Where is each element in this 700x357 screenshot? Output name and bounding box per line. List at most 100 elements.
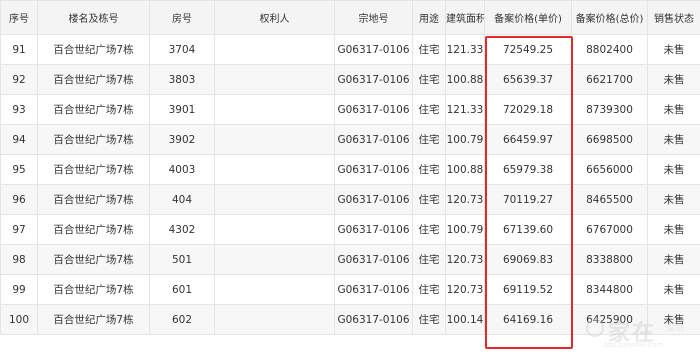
cell-parcel: G06317-0106 [334, 244, 413, 275]
cell-unit-price: 67139.60 [484, 214, 572, 245]
header-unit-price: 备案价格(单价) [484, 0, 572, 35]
cell-owner [214, 274, 335, 305]
cell-owner [214, 214, 335, 245]
header-sale-status: 销售状态 [647, 0, 700, 35]
cell-usage: 住宅 [412, 184, 446, 215]
table-header-row: 序号 楼名及栋号 房号 权利人 宗地号 用途 建筑面积 备案价格(单价) 备案价… [0, 0, 700, 35]
cell-parcel: G06317-0106 [334, 154, 413, 185]
header-building: 楼名及栋号 [37, 0, 150, 35]
cell-sale-status: 未售 [647, 34, 700, 65]
cell-parcel: G06317-0106 [334, 64, 413, 95]
cell-usage: 住宅 [412, 154, 446, 185]
cell-sale-status: 未售 [647, 64, 700, 95]
cell-unit-price: 65979.38 [484, 154, 572, 185]
cell-sale-status: 未售 [647, 154, 700, 185]
cell-total-price: 6767000 [571, 214, 648, 245]
cell-sale-status: 未售 [647, 124, 700, 155]
header-room: 房号 [149, 0, 215, 35]
cell-parcel: G06317-0106 [334, 214, 413, 245]
cell-owner [214, 124, 335, 155]
cell-owner [214, 184, 335, 215]
cell-room: 601 [149, 274, 215, 305]
header-area: 建筑面积 [445, 0, 485, 35]
cell-usage: 住宅 [412, 214, 446, 245]
cell-unit-price: 66459.97 [484, 124, 572, 155]
cell-index: 97 [0, 214, 38, 245]
cell-unit-price: 69069.83 [484, 244, 572, 275]
cell-sale-status: 未售 [647, 244, 700, 275]
housing-price-table: 序号 楼名及栋号 房号 权利人 宗地号 用途 建筑面积 备案价格(单价) 备案价… [0, 0, 700, 335]
cell-sale-status: 未售 [647, 214, 700, 245]
table-row: 97 百合世纪广场7栋 4302 G06317-0106 住宅 100.79 67139.6… [0, 214, 700, 245]
cell-area: 100.79 [445, 124, 485, 155]
cell-index: 95 [0, 154, 38, 185]
cell-unit-price: 72549.25 [484, 34, 572, 65]
cell-building: 百合世纪广场7栋 [37, 214, 150, 245]
cell-index: 91 [0, 34, 38, 65]
cell-owner [214, 94, 335, 125]
cell-area: 100.88 [445, 154, 485, 185]
cell-parcel: G06317-0106 [334, 184, 413, 215]
cell-sale-status: 未售 [647, 94, 700, 125]
cell-room: 4302 [149, 214, 215, 245]
cell-area: 121.33 [445, 94, 485, 125]
cell-room: 3803 [149, 64, 215, 95]
table-row: 99 百合世纪广场7栋 601 G06317-0106 住宅 120.73 69119.52… [0, 274, 700, 305]
header-owner: 权利人 [214, 0, 335, 35]
table-row: 96 百合世纪广场7栋 404 G06317-0106 住宅 120.73 70119.27… [0, 184, 700, 215]
cell-area: 120.73 [445, 274, 485, 305]
table-body: 91 百合世纪广场7栋 3704 G06317-0106 住宅 121.33 72549.2… [0, 34, 700, 335]
table-row: 100 百合世纪广场7栋 602 G06317-0106 住宅 100.14 64169.1… [0, 304, 700, 335]
table-row: 95 百合世纪广场7栋 4003 G06317-0106 住宅 100.88 65979.3… [0, 154, 700, 185]
cell-room: 602 [149, 304, 215, 335]
header-index: 序号 [0, 0, 38, 35]
cell-area: 121.33 [445, 34, 485, 65]
cell-room: 4003 [149, 154, 215, 185]
cell-owner [214, 244, 335, 275]
cell-parcel: G06317-0106 [334, 304, 413, 335]
cell-total-price: 8344800 [571, 274, 648, 305]
cell-owner [214, 34, 335, 65]
cell-building: 百合世纪广场7栋 [37, 244, 150, 275]
cell-building: 百合世纪广场7栋 [37, 34, 150, 65]
cell-total-price: 8802400 [571, 34, 648, 65]
cell-total-price: 6425900 [571, 304, 648, 335]
cell-sale-status: 未售 [647, 304, 700, 335]
cell-room: 404 [149, 184, 215, 215]
cell-usage: 住宅 [412, 304, 446, 335]
cell-index: 94 [0, 124, 38, 155]
cell-total-price: 6656000 [571, 154, 648, 185]
cell-area: 100.79 [445, 214, 485, 245]
watermark-url: bbs.szhome.com [604, 341, 664, 349]
cell-area: 100.14 [445, 304, 485, 335]
cell-usage: 住宅 [412, 244, 446, 275]
cell-index: 99 [0, 274, 38, 305]
cell-usage: 住宅 [412, 124, 446, 155]
cell-usage: 住宅 [412, 274, 446, 305]
cell-building: 百合世纪广场7栋 [37, 274, 150, 305]
cell-index: 100 [0, 304, 38, 335]
header-total-price: 备案价格(总价) [571, 0, 648, 35]
cell-room: 501 [149, 244, 215, 275]
cell-unit-price: 65639.37 [484, 64, 572, 95]
cell-room: 3902 [149, 124, 215, 155]
cell-unit-price: 64169.16 [484, 304, 572, 335]
table-row: 94 百合世纪广场7栋 3902 G06317-0106 住宅 100.79 66459.9… [0, 124, 700, 155]
cell-parcel: G06317-0106 [334, 274, 413, 305]
table-row: 93 百合世纪广场7栋 3901 G06317-0106 住宅 121.33 72029.1… [0, 94, 700, 125]
header-usage: 用途 [412, 0, 446, 35]
cell-usage: 住宅 [412, 94, 446, 125]
cell-unit-price: 70119.27 [484, 184, 572, 215]
cell-area: 120.73 [445, 244, 485, 275]
cell-sale-status: 未售 [647, 274, 700, 305]
cell-index: 98 [0, 244, 38, 275]
cell-owner [214, 154, 335, 185]
cell-total-price: 8338800 [571, 244, 648, 275]
table-row: 92 百合世纪广场7栋 3803 G06317-0106 住宅 100.88 65639.3… [0, 64, 700, 95]
cell-total-price: 6621700 [571, 64, 648, 95]
cell-index: 93 [0, 94, 38, 125]
cell-building: 百合世纪广场7栋 [37, 124, 150, 155]
cell-building: 百合世纪广场7栋 [37, 184, 150, 215]
cell-owner [214, 304, 335, 335]
cell-unit-price: 69119.52 [484, 274, 572, 305]
